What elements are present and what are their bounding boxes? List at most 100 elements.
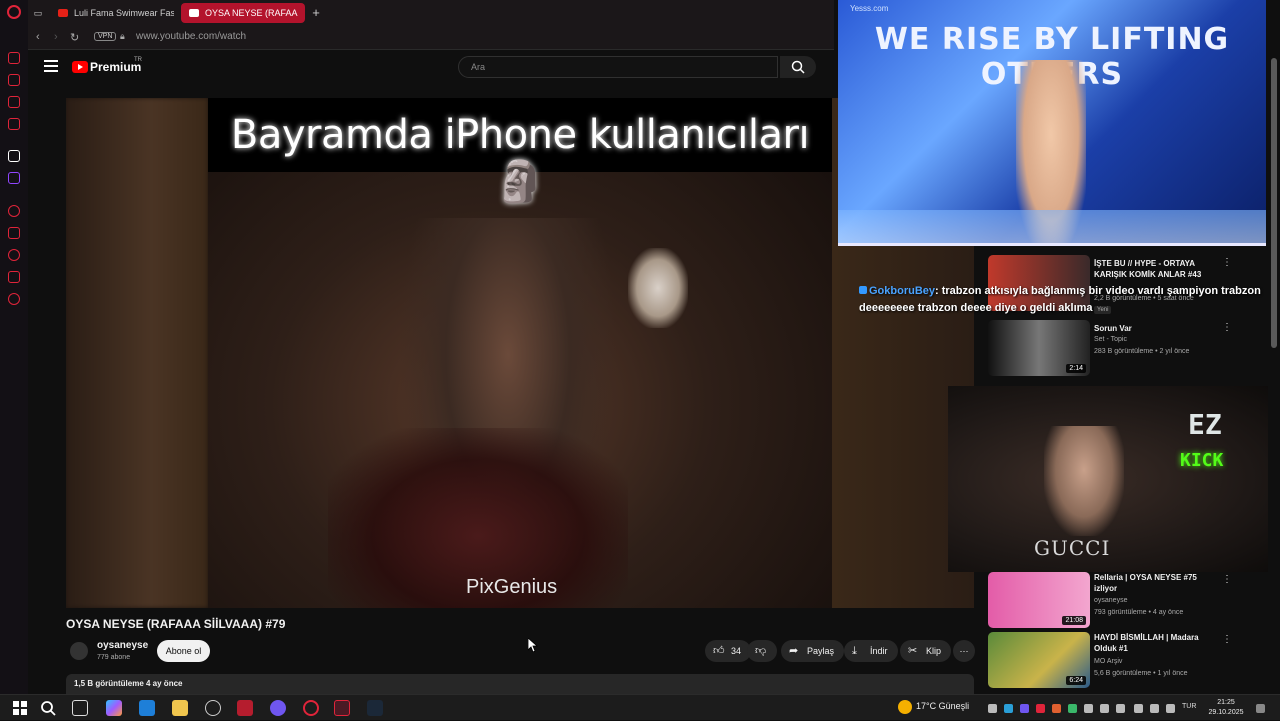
tray-chevron-icon[interactable] bbox=[988, 704, 997, 713]
tray-network-icon[interactable] bbox=[1084, 704, 1093, 713]
sidebar-history-icon[interactable] bbox=[8, 249, 20, 261]
tv-app-icon[interactable] bbox=[237, 700, 253, 716]
video-watermark: PixGenius bbox=[466, 576, 558, 598]
opera-logo-icon[interactable] bbox=[7, 5, 21, 19]
sidebar-kick-icon[interactable] bbox=[8, 150, 20, 162]
mouse-cursor-icon bbox=[528, 638, 538, 652]
search-icon[interactable] bbox=[40, 700, 56, 716]
sidebar-extensions-icon[interactable] bbox=[8, 74, 20, 86]
tab-menu-icon[interactable]: ▭ bbox=[28, 3, 48, 23]
tab-oysa-neyse[interactable]: OYSA NEYSE (RAFAA bbox=[181, 3, 305, 23]
windows-start-icon[interactable] bbox=[12, 700, 28, 716]
site-watermark: Yesss.com bbox=[850, 4, 889, 13]
tray-speaker-icon[interactable] bbox=[1150, 704, 1159, 713]
stream-overlay-video: Yesss.com WE RISE BY LIFTING OTHERS bbox=[838, 0, 1266, 246]
webcam-overlay: GUCCI EZ KICK bbox=[948, 386, 1280, 572]
back-icon[interactable]: ‹ bbox=[36, 31, 40, 43]
sidebar-snap-icon[interactable] bbox=[8, 271, 20, 283]
subscribe-button[interactable]: Abone ol bbox=[157, 640, 210, 662]
sidebar-player-icon[interactable] bbox=[8, 205, 20, 217]
like-button[interactable]: 👍︎ 34 bbox=[705, 640, 752, 662]
clock[interactable]: 21:25 29.10.2025 bbox=[1204, 698, 1248, 718]
speaker-icon bbox=[189, 9, 199, 17]
opera-icon[interactable] bbox=[303, 700, 319, 716]
windows-taskbar: 17°C Güneşli TUR 21:25 29.10.2025 bbox=[0, 694, 1280, 720]
reload-icon[interactable]: ↻ bbox=[70, 31, 79, 44]
hamburger-menu-icon[interactable] bbox=[44, 60, 58, 72]
tray-steam-icon[interactable] bbox=[1004, 704, 1013, 713]
scissors-icon: ✂ bbox=[908, 645, 918, 657]
new-tab-button[interactable]: + bbox=[307, 3, 325, 23]
youtube-favicon-icon bbox=[58, 9, 68, 17]
tray-discord-icon[interactable] bbox=[1020, 704, 1029, 713]
tray-app-icon[interactable] bbox=[1052, 704, 1061, 713]
weather-widget[interactable]: 17°C Güneşli bbox=[896, 700, 969, 714]
sidebar-settings-icon[interactable] bbox=[8, 293, 20, 305]
download-button[interactable]: ⤓ İndir bbox=[844, 640, 898, 662]
tray-nvidia-icon[interactable] bbox=[1068, 704, 1077, 713]
sun-icon bbox=[898, 700, 912, 714]
notification-icon[interactable] bbox=[1256, 704, 1265, 713]
lock-icon[interactable]: 🔒︎ bbox=[120, 31, 125, 42]
sidebar-bookmarks-icon[interactable] bbox=[8, 227, 20, 239]
discord-icon[interactable] bbox=[270, 700, 286, 716]
file-explorer-icon[interactable] bbox=[172, 700, 188, 716]
ez-logo: EZ bbox=[1188, 408, 1222, 441]
clip-button[interactable]: ✂ Klip bbox=[900, 640, 952, 662]
more-icon[interactable]: ⋮ bbox=[1222, 634, 1232, 645]
forward-icon[interactable]: › bbox=[54, 31, 58, 43]
youtube-header: Premium TR Ara bbox=[28, 50, 834, 86]
steam-icon[interactable] bbox=[367, 700, 383, 716]
share-button[interactable]: ➦ Paylaş bbox=[781, 640, 845, 662]
channel-name[interactable]: oysaneyse bbox=[97, 640, 148, 651]
search-icon bbox=[791, 60, 805, 74]
more-actions-button[interactable]: ⋯ bbox=[953, 640, 975, 662]
search-button[interactable] bbox=[780, 56, 816, 78]
more-icon[interactable]: ⋮ bbox=[1222, 322, 1232, 333]
tray-volume-icon[interactable] bbox=[1100, 704, 1109, 713]
sidebar-instagram-icon[interactable] bbox=[8, 118, 20, 130]
app-icon[interactable] bbox=[205, 700, 221, 716]
video-thumbnail[interactable]: 21:08 bbox=[988, 572, 1090, 628]
shirt-text: GUCCI bbox=[1034, 536, 1111, 560]
video-frame: Bayramda iPhone kullanıcıları 🗿 PixGeniu… bbox=[208, 98, 832, 608]
input-language[interactable]: TUR bbox=[1182, 703, 1196, 710]
video-thumbnail[interactable]: 2:14 bbox=[988, 320, 1090, 376]
chat-badge-icon bbox=[859, 286, 867, 294]
opera-gx-icon[interactable] bbox=[334, 700, 350, 716]
more-icon[interactable]: ⋮ bbox=[1222, 574, 1232, 585]
description-box[interactable]: 1,5 B görüntüleme 4 ay önce bbox=[66, 674, 974, 694]
country-code: TR bbox=[134, 57, 142, 63]
tray-battery-icon[interactable] bbox=[1166, 704, 1175, 713]
url-field[interactable]: www.youtube.com/watch bbox=[136, 31, 246, 42]
youtube-logo-icon[interactable] bbox=[72, 61, 88, 73]
video-blur-left bbox=[66, 98, 208, 608]
copilot-icon[interactable] bbox=[106, 700, 122, 716]
search-input[interactable]: Ara bbox=[458, 56, 778, 78]
channel-avatar[interactable] bbox=[70, 642, 88, 660]
kick-logo: KICK bbox=[1180, 450, 1224, 471]
tray-wifi-icon[interactable] bbox=[1134, 704, 1143, 713]
share-icon: ➦ bbox=[789, 645, 799, 657]
chat-username: GokboruBey bbox=[869, 285, 936, 297]
dislike-button[interactable]: 👎︎ bbox=[747, 640, 777, 662]
streamer-face bbox=[1044, 426, 1124, 536]
sidebar-aria-icon[interactable] bbox=[8, 52, 20, 64]
task-view-icon[interactable] bbox=[72, 700, 88, 716]
video-thumbnail[interactable]: 6:24 bbox=[988, 632, 1090, 688]
chat-message: GokboruBey: trabzon atkısıyla bağlanmış … bbox=[859, 283, 1279, 317]
download-icon: ⤓ bbox=[852, 645, 857, 657]
thumbs-up-icon: 👍︎ bbox=[713, 645, 725, 657]
subscriber-count: 779 abone bbox=[97, 654, 131, 661]
page-scrollbar[interactable] bbox=[1268, 50, 1280, 694]
more-icon[interactable]: ⋮ bbox=[1222, 257, 1232, 268]
vpn-badge[interactable]: VPN bbox=[94, 32, 117, 41]
sidebar-messenger-icon[interactable] bbox=[8, 96, 20, 108]
tray-opera-icon[interactable] bbox=[1036, 704, 1045, 713]
sidebar-twitch-icon[interactable] bbox=[8, 172, 20, 184]
address-bar: ‹ › ↻ VPN 🔒︎ www.youtube.com/watch bbox=[28, 26, 834, 50]
tab-bar: ▭ Luli Fama Swimwear Fash OYSA NEYSE (RA… bbox=[28, 0, 834, 26]
outlook-icon[interactable] bbox=[139, 700, 155, 716]
tray-mic-icon[interactable] bbox=[1116, 704, 1125, 713]
tab-luli-fama[interactable]: Luli Fama Swimwear Fash bbox=[50, 3, 174, 23]
